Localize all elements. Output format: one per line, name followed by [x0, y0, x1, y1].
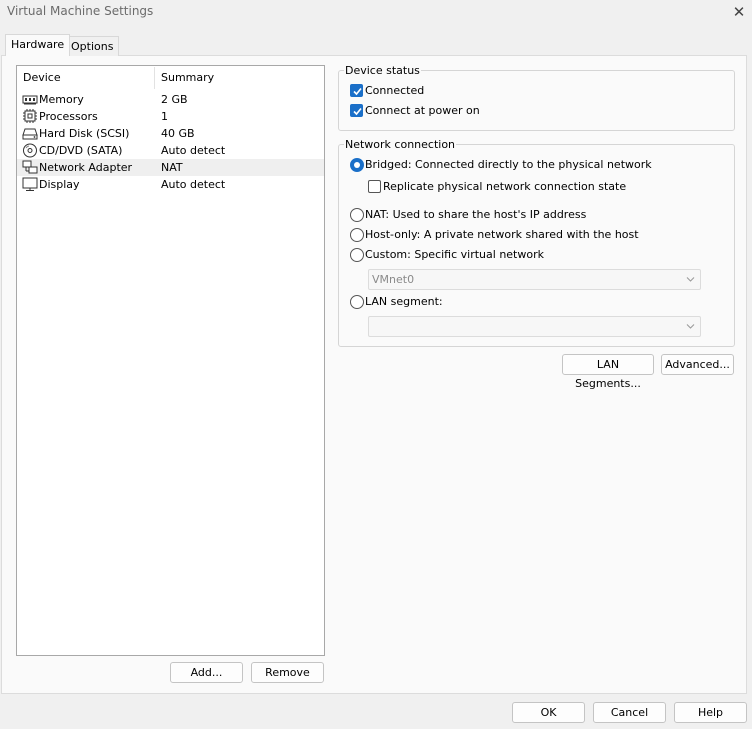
device-name: Display	[39, 178, 80, 191]
device-summary: Auto detect	[161, 144, 226, 157]
network-adapter-icon	[22, 160, 38, 174]
checkmark-icon	[353, 87, 362, 96]
add-button[interactable]: Add...	[170, 662, 243, 683]
device-summary: 2 GB	[161, 93, 188, 106]
column-separator[interactable]	[154, 67, 155, 89]
lan-segment-select[interactable]	[368, 316, 701, 337]
device-row-cd-dvd[interactable]: CD/DVD (SATA) Auto detect	[17, 142, 324, 159]
connected-label[interactable]: Connected	[365, 84, 424, 97]
device-summary: 40 GB	[161, 127, 195, 140]
lan-segments-button[interactable]: LAN Segments...	[562, 354, 654, 390]
replicate-state-checkbox[interactable]	[368, 180, 381, 193]
replicate-state-label[interactable]: Replicate physical network connection st…	[383, 180, 626, 193]
device-name: Memory	[39, 93, 84, 106]
hard-disk-icon	[22, 128, 38, 140]
display-icon	[22, 177, 38, 191]
network-connection-legend: Network connection	[344, 138, 457, 151]
host-only-radio[interactable]	[350, 228, 364, 242]
nat-radio[interactable]	[350, 208, 364, 222]
processor-icon	[23, 109, 37, 123]
host-only-label[interactable]: Host-only: A private network shared with…	[365, 228, 639, 241]
device-summary: NAT	[161, 161, 183, 174]
device-name: CD/DVD (SATA)	[39, 144, 123, 157]
checkmark-icon	[353, 107, 362, 116]
device-list-header: Device Summary	[17, 66, 324, 90]
advanced-button[interactable]: Advanced...	[661, 354, 734, 375]
close-icon[interactable]: ✕	[726, 0, 752, 24]
memory-icon	[22, 95, 38, 105]
device-summary: Auto detect	[161, 178, 226, 191]
device-status-group	[338, 70, 735, 131]
tab-hardware[interactable]: Hardware	[5, 34, 71, 56]
device-row-network-adapter[interactable]: Network Adapter NAT	[17, 159, 324, 176]
custom-network-select[interactable]: VMnet0	[368, 269, 701, 290]
device-name: Hard Disk (SCSI)	[39, 127, 130, 140]
device-row-display[interactable]: Display Auto detect	[17, 176, 324, 193]
connected-checkbox[interactable]	[350, 84, 363, 97]
custom-radio[interactable]	[350, 248, 364, 262]
chevron-down-icon	[686, 277, 695, 282]
cancel-button[interactable]: Cancel	[593, 702, 666, 723]
column-header-summary[interactable]: Summary	[161, 71, 214, 84]
lan-segment-label[interactable]: LAN segment:	[365, 295, 443, 308]
device-name: Network Adapter	[39, 161, 133, 174]
connect-at-power-on-label[interactable]: Connect at power on	[365, 104, 480, 117]
column-header-device[interactable]: Device	[23, 71, 61, 84]
cd-dvd-icon	[23, 143, 37, 158]
bridged-radio[interactable]	[350, 158, 364, 172]
tab-options[interactable]: Options	[65, 36, 120, 56]
connect-at-power-on-checkbox[interactable]	[350, 104, 363, 117]
remove-button[interactable]: Remove	[251, 662, 324, 683]
device-row-memory[interactable]: Memory 2 GB	[17, 91, 324, 108]
nat-label[interactable]: NAT: Used to share the host's IP address	[365, 208, 586, 221]
custom-label[interactable]: Custom: Specific virtual network	[365, 248, 544, 261]
device-row-processors[interactable]: Processors 1	[17, 108, 324, 125]
chevron-down-icon	[686, 324, 695, 329]
help-button[interactable]: Help	[674, 702, 747, 723]
device-name: Processors	[39, 110, 98, 123]
lan-segment-radio[interactable]	[350, 295, 364, 309]
device-status-legend: Device status	[344, 64, 421, 77]
bridged-label[interactable]: Bridged: Connected directly to the physi…	[365, 158, 652, 171]
device-row-hard-disk[interactable]: Hard Disk (SCSI) 40 GB	[17, 125, 324, 142]
custom-network-value: VMnet0	[372, 273, 415, 286]
window-title: Virtual Machine Settings	[7, 4, 154, 18]
ok-button[interactable]: OK	[512, 702, 585, 723]
device-summary: 1	[161, 110, 168, 123]
device-list[interactable]: Device Summary Memory 2 GB Processors 1 …	[16, 65, 325, 656]
